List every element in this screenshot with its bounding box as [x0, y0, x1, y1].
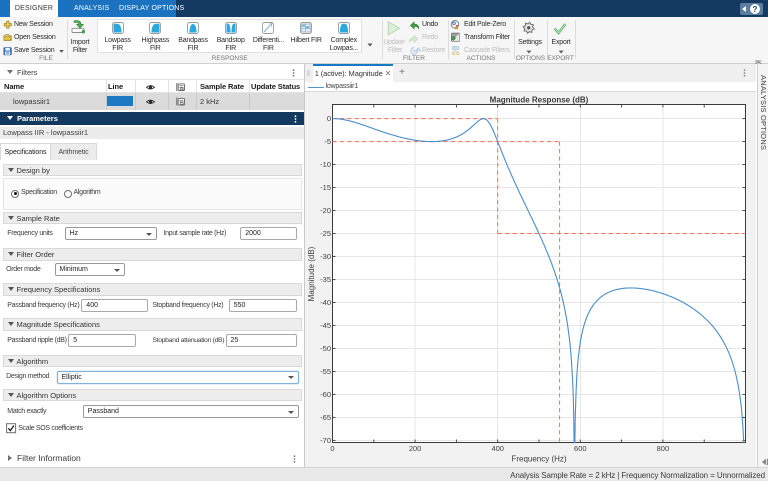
- svg-text:-65: -65: [320, 413, 331, 422]
- svg-text:0: 0: [327, 114, 331, 123]
- svg-text:-45: -45: [320, 321, 331, 330]
- svg-text:400: 400: [491, 444, 504, 453]
- svg-text:Magnitude Response (dB): Magnitude Response (dB): [490, 96, 589, 105]
- svg-text:-25: -25: [320, 229, 331, 238]
- svg-text:-60: -60: [320, 390, 331, 399]
- svg-text:-35: -35: [320, 275, 331, 284]
- svg-text:200: 200: [409, 444, 422, 453]
- svg-text:600: 600: [574, 444, 587, 453]
- svg-text:-10: -10: [320, 160, 331, 169]
- svg-text:0: 0: [330, 444, 334, 453]
- svg-text:Frequency (Hz): Frequency (Hz): [511, 455, 566, 464]
- svg-text:800: 800: [657, 444, 670, 453]
- svg-text:-20: -20: [320, 206, 331, 215]
- svg-text:-5: -5: [324, 137, 331, 146]
- svg-text:-40: -40: [320, 298, 331, 307]
- svg-text:-70: -70: [320, 436, 331, 445]
- svg-text:-15: -15: [320, 183, 331, 192]
- svg-text:-30: -30: [320, 252, 331, 261]
- svg-text:-55: -55: [320, 367, 331, 376]
- svg-text:-50: -50: [320, 344, 331, 353]
- svg-text:Magnitude (dB): Magnitude (dB): [307, 246, 316, 301]
